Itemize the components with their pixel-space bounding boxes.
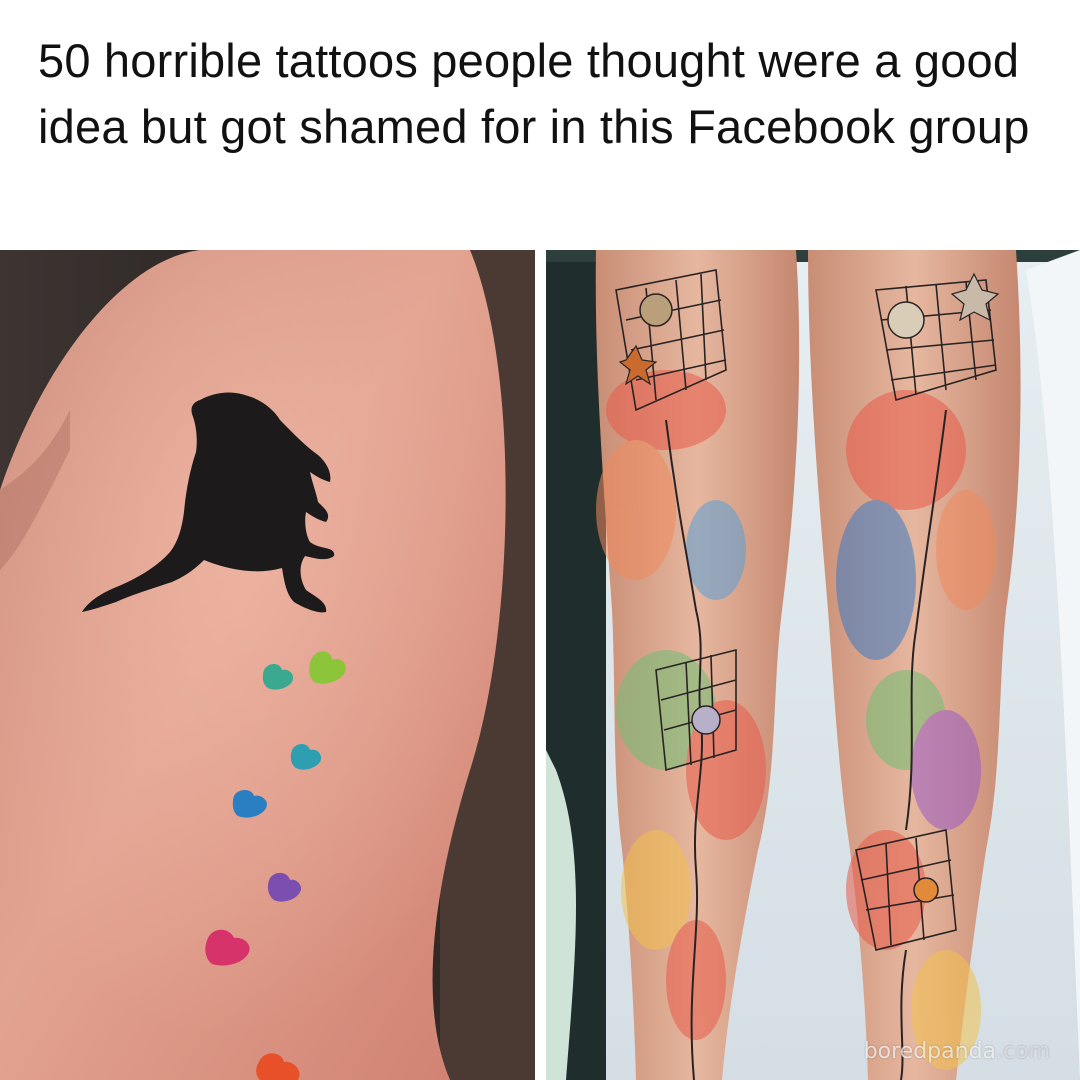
right-photo-leg-tattoos: boredpanda.com bbox=[546, 250, 1080, 1080]
watermark-brand: boredpanda bbox=[863, 1039, 997, 1064]
dog-tattoo-illustration bbox=[0, 250, 535, 1080]
left-photo-dog-tattoo bbox=[0, 250, 535, 1080]
watermark-suffix: .com bbox=[996, 1039, 1050, 1064]
meme-caption: 50 horrible tattoos people thought were … bbox=[38, 34, 1030, 153]
boredpanda-watermark: boredpanda.com bbox=[864, 1039, 1050, 1064]
leg-tattoos-illustration bbox=[546, 250, 1080, 1080]
